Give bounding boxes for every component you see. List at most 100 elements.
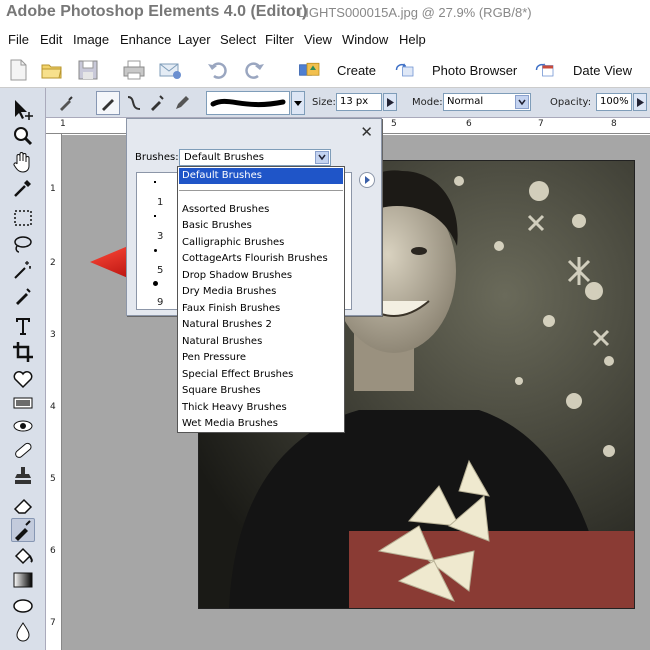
ruler-label: 6	[50, 546, 56, 556]
brush-stroke-preview	[210, 98, 286, 108]
eraser-tool-icon[interactable]	[11, 494, 35, 518]
menu-filter[interactable]: Filter	[265, 32, 294, 47]
healing-brush-tool-icon[interactable]	[11, 438, 35, 462]
dropdown-item[interactable]: Calligraphic Brushes	[182, 237, 284, 248]
dropdown-item[interactable]: Faux Finish Brushes	[182, 303, 280, 314]
date-view-button[interactable]: Date View	[573, 63, 632, 78]
shape-tool-icon[interactable]	[11, 594, 35, 618]
mode-value: Normal	[447, 96, 484, 107]
cookie-cutter-tool-icon[interactable]	[11, 366, 35, 390]
menu-window[interactable]: Window	[342, 32, 388, 47]
ruler-label: 5	[391, 119, 397, 129]
straighten-tool-icon[interactable]	[11, 392, 35, 416]
menu-layer[interactable]: Layer	[178, 32, 211, 47]
dropdown-item[interactable]: Special Effect Brushes	[182, 369, 293, 380]
chevron-down-icon	[318, 154, 326, 161]
create-button[interactable]: Create	[337, 63, 376, 78]
lasso-tool-icon[interactable]	[11, 232, 35, 256]
brush-mode-button[interactable]	[96, 91, 120, 115]
tool-options-bar: Size: 13 px Mode: Normal Opacity: 100%	[0, 88, 650, 118]
save-icon[interactable]	[76, 58, 100, 82]
date-view-icon[interactable]	[532, 58, 556, 82]
selection-brush-tool-icon[interactable]	[11, 284, 35, 308]
brush-tool-options-icon[interactable]	[56, 93, 76, 113]
marquee-tool-icon[interactable]	[11, 206, 35, 230]
opacity-label: Opacity:	[550, 97, 592, 108]
dropdown-item[interactable]: CottageArts Flourish Brushes	[182, 253, 328, 264]
title-bar: Adobe Photoshop Elements 4.0 (Editor) LI…	[0, 0, 650, 28]
zoom-tool-icon[interactable]	[11, 124, 35, 148]
blur-tool-icon[interactable]	[11, 620, 35, 644]
palette-menu-button[interactable]	[359, 172, 375, 188]
dropdown-item[interactable]: Pen Pressure	[182, 352, 246, 363]
menu-file[interactable]: File	[8, 32, 29, 47]
brush-size-label: 1	[157, 197, 164, 208]
photo-browser-button[interactable]: Photo Browser	[432, 63, 517, 78]
magic-wand-tool-icon[interactable]	[11, 258, 35, 282]
crop-tool-icon[interactable]	[11, 340, 35, 364]
dropdown-item[interactable]: Natural Brushes 2	[182, 319, 272, 330]
dropdown-item[interactable]: Thick Heavy Brushes	[182, 402, 287, 413]
brush-preset[interactable]	[153, 281, 158, 286]
brush-picker-dropdown[interactable]	[291, 91, 305, 115]
chevron-down-icon	[294, 101, 302, 106]
arrow-right-icon	[387, 98, 394, 107]
undo-icon[interactable]	[206, 58, 230, 82]
brush-tool-button[interactable]	[11, 518, 35, 542]
brush-preset[interactable]	[154, 249, 157, 252]
menu-enhance[interactable]: Enhance	[120, 32, 171, 47]
ruler-label: 6	[466, 119, 472, 129]
email-icon[interactable]	[158, 58, 182, 82]
ruler-label: 4	[50, 402, 56, 412]
paint-bucket-tool-icon[interactable]	[11, 544, 35, 568]
impressionist-brush-icon[interactable]	[124, 93, 144, 113]
brush-preview[interactable]	[206, 91, 290, 115]
dropdown-item[interactable]: Dry Media Brushes	[182, 286, 276, 297]
eyedropper-tool-icon[interactable]	[11, 176, 35, 200]
close-icon[interactable]: ✕	[360, 123, 373, 141]
create-icon[interactable]	[298, 58, 322, 82]
clone-stamp-tool-icon[interactable]	[11, 464, 35, 488]
opacity-input[interactable]: 100%	[596, 93, 632, 111]
dropdown-item[interactable]: Drop Shadow Brushes	[182, 270, 292, 281]
dropdown-item[interactable]: Basic Brushes	[182, 220, 252, 231]
brush-preset[interactable]	[154, 215, 156, 217]
pencil-icon[interactable]	[172, 93, 192, 113]
hand-tool-icon[interactable]	[11, 150, 35, 174]
menu-edit[interactable]: Edit	[40, 32, 62, 47]
menu-select[interactable]: Select	[220, 32, 256, 47]
menu-help[interactable]: Help	[399, 32, 426, 47]
shortcuts-bar: Create Photo Browser Date View	[0, 52, 650, 88]
dropdown-item[interactable]: Wet Media Brushes	[182, 418, 278, 429]
dropdown-item-default-brushes[interactable]: Default Brushes	[179, 168, 343, 184]
dropdown-item[interactable]: Natural Brushes	[182, 336, 262, 347]
dropdown-item[interactable]: Assorted Brushes	[182, 204, 269, 215]
color-replacement-icon[interactable]	[148, 93, 168, 113]
menu-view[interactable]: View	[304, 32, 332, 47]
red-eye-tool-icon[interactable]	[11, 414, 35, 438]
new-file-icon[interactable]	[6, 58, 30, 82]
mode-select[interactable]: Normal	[443, 93, 531, 111]
photo-browser-icon[interactable]	[392, 58, 416, 82]
brush-library-select[interactable]: Default Brushes	[179, 149, 331, 166]
redo-icon[interactable]	[242, 58, 266, 82]
mode-dropdown-button[interactable]	[515, 95, 529, 109]
print-icon[interactable]	[122, 58, 146, 82]
arrow-right-icon	[637, 98, 644, 107]
arrow-right-icon	[365, 176, 370, 184]
brush-library-dropdown: Default Brushes Assorted Brushes Basic B…	[177, 166, 345, 433]
type-tool-icon[interactable]	[11, 314, 35, 338]
opacity-slider-button[interactable]	[633, 93, 647, 111]
brush-preset[interactable]	[154, 181, 156, 183]
brush-library-dropdown-button[interactable]	[315, 151, 329, 164]
menu-image[interactable]: Image	[73, 32, 109, 47]
brushes-label: Brushes:	[135, 152, 179, 163]
size-input[interactable]: 13 px	[336, 93, 382, 111]
dropdown-item[interactable]: Square Brushes	[182, 385, 261, 396]
brush-size-label: 3	[157, 231, 164, 242]
move-tool-icon[interactable]	[11, 98, 35, 122]
ruler-label: 2	[50, 258, 56, 268]
size-slider-button[interactable]	[383, 93, 397, 111]
open-folder-icon[interactable]	[40, 58, 64, 82]
gradient-tool-icon[interactable]	[11, 568, 35, 592]
